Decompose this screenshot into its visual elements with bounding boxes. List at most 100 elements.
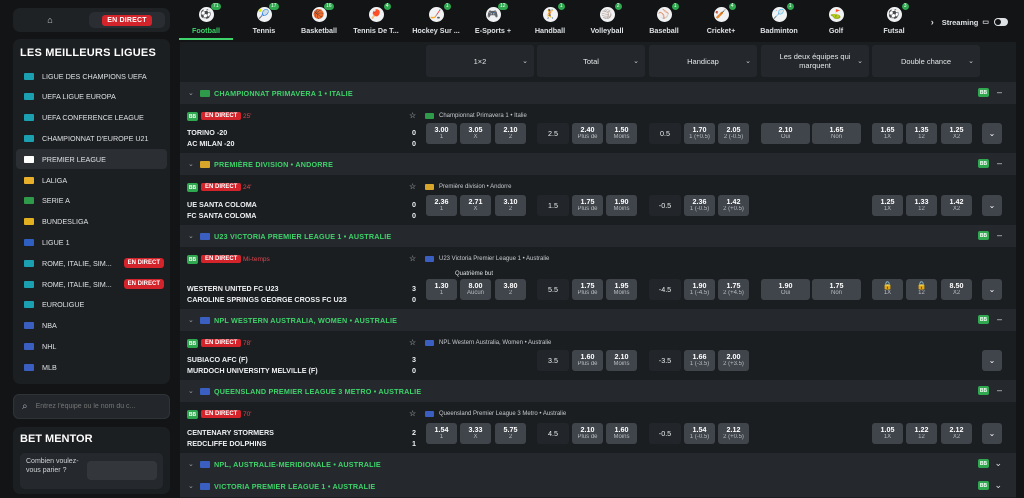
odd-handicap[interactable]: 1.90 1 (-4.5) <box>684 279 715 300</box>
favorite-star-icon[interactable]: ☆ <box>409 111 416 120</box>
odd-total[interactable]: 1.95 Moins <box>606 279 637 300</box>
expand-icon[interactable]: ⌄ <box>994 458 1002 469</box>
league-header[interactable]: ⌄ NPL WESTERN AUSTRALIA, WOMEN • AUSTRALI… <box>180 309 1016 331</box>
sidebar-league-item[interactable]: MLB <box>16 357 167 377</box>
odd-total[interactable]: 1.90 Moins <box>606 195 637 216</box>
market-header-dropdown[interactable]: Total ⌄ <box>537 45 645 77</box>
more-markets-button[interactable]: ⌄ <box>982 195 1002 216</box>
sport-tab-e-sports[interactable]: 🎮 12 E-Sports + <box>465 0 521 42</box>
odd-handicap[interactable]: 1.70 1 (+0.5) <box>684 123 715 144</box>
odd-btts[interactable]: 1.90 Oui <box>761 279 810 300</box>
odd-handicap[interactable]: 1.42 2 (+0.5) <box>718 195 749 216</box>
league-header[interactable]: ⌄ VICTORIA PREMIER LEAGUE 1 • AUSTRALIE BB… <box>180 475 1016 497</box>
favorite-star-icon[interactable]: ☆ <box>409 409 416 418</box>
sport-tab-futsal[interactable]: ⚽ 3 Futsal <box>872 0 916 42</box>
odd-double-chance[interactable]: 8.50 X2 <box>941 279 972 300</box>
odd-btts[interactable]: 2.10 Oui <box>761 123 810 144</box>
team-home[interactable]: SUBIACO AFC (F) <box>187 355 248 364</box>
sport-tab-cricket[interactable]: 🏏 4 Cricket+ <box>696 0 746 42</box>
market-header-dropdown[interactable]: 1×2 ⌄ <box>426 45 534 77</box>
odd-total[interactable]: 2.10 Moins <box>606 350 637 371</box>
market-header-dropdown[interactable]: Handicap ⌄ <box>649 45 757 77</box>
odd-1x2[interactable]: 8.00 Aucun <box>460 279 491 300</box>
odd-1x2[interactable]: 1.54 1 <box>426 423 457 444</box>
team-away[interactable]: MURDOCH UNIVERSITY MELVILLE (F) <box>187 366 318 375</box>
sport-tab-basketball[interactable]: 🏀 16 Basketball <box>294 0 344 42</box>
team-away[interactable]: FC SANTA COLOMA <box>187 211 256 220</box>
sport-tab-tennis[interactable]: 🎾 17 Tennis <box>242 0 286 42</box>
sidebar-league-item[interactable]: UEFA LIGUE EUROPA <box>16 87 167 107</box>
odd-double-chance[interactable]: 1.33 12 <box>906 195 937 216</box>
odd-1x2[interactable]: 5.75 2 <box>495 423 526 444</box>
market-header-dropdown[interactable]: Double chance ⌄ <box>872 45 980 77</box>
odd-handicap[interactable]: 1.66 1 (-3.5) <box>684 350 715 371</box>
live-button[interactable]: EN DIRECT <box>89 12 165 28</box>
sidebar-league-item[interactable]: ROME, ITALIE, SIM... EN DIRECT <box>16 274 167 294</box>
odd-double-chance[interactable]: 🔒 1X <box>872 279 903 300</box>
sport-tab-tennis-de-t[interactable]: 🏓 4 Tennis De T... <box>346 0 406 42</box>
streaming-switch[interactable] <box>994 18 1008 26</box>
odd-1x2[interactable]: 2.36 1 <box>426 195 457 216</box>
odd-total[interactable]: 2.10 Plus de <box>572 423 603 444</box>
sport-tab-hockey-sur[interactable]: 🏒 1 Hockey Sur ... <box>406 0 466 42</box>
odd-1x2[interactable]: 3.33 X <box>460 423 491 444</box>
team-home[interactable]: TORINO -20 <box>187 128 227 137</box>
odd-double-chance[interactable]: 2.12 X2 <box>941 423 972 444</box>
odd-btts[interactable]: 1.75 Non <box>812 279 861 300</box>
odd-handicap[interactable]: 2.12 2 (+0.5) <box>718 423 749 444</box>
odd-handicap[interactable]: 2.36 1 (-0.5) <box>684 195 715 216</box>
odd-double-chance[interactable]: 1.25 X2 <box>941 123 972 144</box>
favorite-star-icon[interactable]: ☆ <box>409 338 416 347</box>
odd-total[interactable]: 1.60 Plus de <box>572 350 603 371</box>
sidebar-league-item[interactable]: LIGUE 1 <box>16 232 167 252</box>
sidebar-league-item[interactable]: SERIE A <box>16 191 167 211</box>
more-markets-button[interactable]: ⌄ <box>982 423 1002 444</box>
bet-amount-input[interactable] <box>87 461 157 480</box>
sidebar-league-item[interactable]: CHAMPIONNAT D'EUROPE U21 <box>16 128 167 148</box>
more-markets-button[interactable]: ⌄ <box>982 123 1002 144</box>
sidebar-league-item[interactable]: EUROLIGUE <box>16 295 167 315</box>
odd-1x2[interactable]: 3.80 2 <box>495 279 526 300</box>
more-markets-button[interactable]: ⌄ <box>982 350 1002 371</box>
sidebar-league-item[interactable]: PREMIER LEAGUE <box>16 149 167 170</box>
league-header[interactable]: ⌄ CHAMPIONNAT PRIMAVERA 1 • ITALIE BB – <box>180 82 1016 104</box>
odd-btts[interactable]: 1.65 Non <box>812 123 861 144</box>
favorite-star-icon[interactable]: ☆ <box>409 182 416 191</box>
sport-tab-badminton[interactable]: 🏸 1 Badminton <box>751 0 807 42</box>
odd-handicap[interactable]: 1.75 2 (+4.5) <box>718 279 749 300</box>
sidebar-league-item[interactable]: NBA <box>16 316 167 336</box>
team-away[interactable]: CAROLINE SPRINGS GEORGE CROSS FC U23 <box>187 295 347 304</box>
search-box[interactable]: ⌕ <box>13 394 170 419</box>
collapse-icon[interactable]: – <box>997 87 1002 97</box>
sidebar-league-item[interactable]: LALIGA <box>16 170 167 190</box>
odd-handicap[interactable]: 1.54 1 (-0.5) <box>684 423 715 444</box>
sport-tab-golf[interactable]: ⛳ Golf <box>816 0 856 42</box>
odd-handicap[interactable]: 2.00 2 (+3.5) <box>718 350 749 371</box>
odd-total[interactable]: 1.60 Moins <box>606 423 637 444</box>
sidebar-league-item[interactable]: UEFA CONFERENCE LEAGUE <box>16 108 167 128</box>
sport-tab-handball[interactable]: 🤾 1 Handball <box>528 0 572 42</box>
odd-1x2[interactable]: 2.71 X <box>460 195 491 216</box>
sidebar-league-item[interactable]: NHL <box>16 336 167 356</box>
odd-double-chance[interactable]: 1.25 1X <box>872 195 903 216</box>
odd-1x2[interactable]: 1.30 1 <box>426 279 457 300</box>
odd-1x2[interactable]: 3.05 X <box>460 123 491 144</box>
odd-double-chance[interactable]: 1.05 1X <box>872 423 903 444</box>
team-home[interactable]: CENTENARY STORMERS <box>187 428 274 437</box>
odd-1x2[interactable]: 2.10 2 <box>495 123 526 144</box>
search-input[interactable] <box>35 403 156 410</box>
chevron-right-icon[interactable]: › <box>931 17 934 27</box>
odd-1x2[interactable]: 3.00 1 <box>426 123 457 144</box>
odd-total[interactable]: 1.50 Moins <box>606 123 637 144</box>
team-away[interactable]: REDCLIFFE DOLPHINS <box>187 439 266 448</box>
sidebar-league-item[interactable]: LIGUE DES CHAMPIONS UEFA <box>16 66 167 86</box>
odd-total[interactable]: 2.40 Plus de <box>572 123 603 144</box>
sport-tab-volleyball[interactable]: 🏐 2 Volleyball <box>582 0 632 42</box>
market-header-dropdown[interactable]: Les deux équipes qui marquent ⌄ <box>761 45 869 77</box>
team-home[interactable]: UE SANTA COLOMA <box>187 200 257 209</box>
league-header[interactable]: ⌄ U23 VICTORIA PREMIER LEAGUE 1 • AUSTRAL… <box>180 225 1016 247</box>
team-away[interactable]: AC MILAN -20 <box>187 139 235 148</box>
collapse-icon[interactable]: – <box>997 385 1002 395</box>
league-header[interactable]: ⌄ PREMIÈRE DIVISION • ANDORRE BB – <box>180 153 1016 175</box>
odd-total[interactable]: 1.75 Plus de <box>572 279 603 300</box>
